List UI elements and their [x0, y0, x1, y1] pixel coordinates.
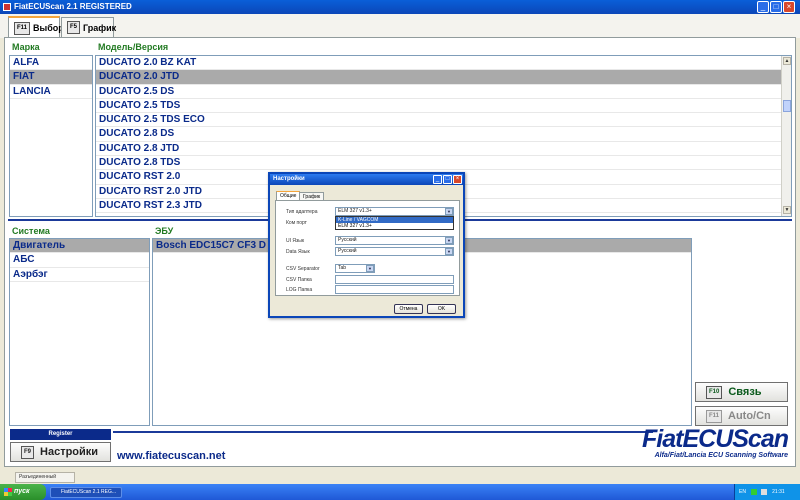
system-header: Система — [12, 226, 50, 236]
data-language-select[interactable]: Русский — [335, 247, 454, 256]
taskbar-item-fiatecuscan[interactable]: FiatECUScan 2.1 REG... — [50, 487, 122, 498]
model-item[interactable]: DUCATO 2.5 TDS ECO — [96, 113, 791, 128]
model-item[interactable]: DUCATO 2.0 BZ KAT — [96, 56, 791, 71]
network-icon[interactable] — [751, 488, 758, 495]
tab-select[interactable]: F11 Выбор — [8, 16, 64, 38]
csv-folder-field[interactable] — [335, 275, 454, 284]
maximize-button[interactable]: □ — [770, 1, 782, 13]
csv-folder-label: CSV Папка — [286, 277, 312, 283]
model-item[interactable]: DUCATO 2.8 TDS — [96, 156, 791, 171]
f11-key-icon: F11 — [14, 21, 31, 35]
system-item-engine[interactable]: Двигатель — [10, 239, 149, 254]
language-indicator[interactable]: EN — [739, 489, 746, 495]
tab-graph[interactable]: F5 График — [61, 17, 117, 37]
settings-label: Настройки — [40, 446, 99, 458]
clock: 21:31 — [772, 489, 785, 495]
f11-key-icon: F11 — [706, 409, 723, 423]
logo-tagline: Alfa/Fiat/Lancia ECU Scanning Software — [654, 452, 788, 459]
windows-logo-icon — [4, 488, 12, 496]
make-item-fiat[interactable]: FIAT — [10, 70, 92, 85]
model-scrollbar[interactable]: ▲ ▼ — [781, 56, 791, 216]
dialog-maximize-button[interactable]: □ — [443, 175, 452, 184]
dialog-close-button[interactable]: × — [453, 175, 462, 184]
make-item-lancia[interactable]: LANCIA — [10, 85, 92, 99]
make-header: Марка — [12, 42, 40, 52]
register-button[interactable]: Register — [10, 429, 111, 440]
data-language-label: Data Язык — [286, 249, 310, 255]
scroll-down-icon[interactable]: ▼ — [783, 206, 791, 214]
data-language-dropdown-icon[interactable]: ▼ — [445, 248, 453, 255]
connect-label: Связь — [728, 386, 762, 398]
website-link[interactable]: www.fiatecuscan.net — [117, 450, 225, 462]
tab-graph-label: График — [83, 22, 117, 33]
connect-button[interactable]: F10 Связь — [695, 382, 788, 402]
scroll-up-icon[interactable]: ▲ — [783, 57, 791, 65]
cancel-button[interactable]: Отмена — [394, 304, 423, 314]
model-item[interactable]: DUCATO 2.8 JTD — [96, 142, 791, 157]
auto-connect-button[interactable]: F11 Auto/Cn — [695, 406, 788, 426]
scroll-thumb[interactable] — [783, 100, 791, 112]
ecu-header: ЭБУ — [155, 226, 174, 236]
adapter-type-label: Тип адаптера — [286, 209, 318, 215]
settings-dialog: Настройки _ □ × Общие График Тип адаптер… — [268, 172, 465, 318]
tab-bar — [0, 14, 800, 38]
model-item[interactable]: DUCATO 2.0 JTD — [96, 70, 791, 85]
system-item-abs[interactable]: АБС — [10, 253, 149, 268]
ui-language-select[interactable]: Русский — [335, 236, 454, 245]
model-item[interactable]: DUCATO 2.5 TDS — [96, 99, 791, 114]
auto-connect-label: Auto/Cn — [728, 410, 771, 422]
ok-button[interactable]: OK — [427, 304, 456, 314]
f10-key-icon: F10 — [706, 385, 723, 399]
adapter-dropdown-list[interactable]: K-Line / VAGCOM ELM 327 v1.3+ — [335, 216, 454, 230]
minimize-button[interactable]: _ — [757, 1, 769, 13]
status-bar — [0, 468, 800, 484]
ui-language-label: UI Язык — [286, 238, 305, 244]
footer-divider — [113, 431, 653, 433]
adapter-option[interactable]: ELM 327 v1.3+ — [336, 223, 453, 229]
adapter-dropdown-icon[interactable]: ▼ — [445, 208, 453, 215]
dialog-tab-general[interactable]: Общие — [276, 191, 301, 200]
model-header: Модель/Версия — [98, 42, 169, 52]
close-button[interactable]: × — [783, 1, 795, 13]
tab-select-label: Выбор — [33, 23, 64, 33]
ui-language-dropdown-icon[interactable]: ▼ — [445, 237, 453, 244]
log-folder-label: LOG Папка — [286, 287, 313, 293]
system-tray: EN 21:31 — [734, 484, 800, 500]
dialog-minimize-button[interactable]: _ — [433, 175, 442, 184]
make-list[interactable]: ALFA FIAT LANCIA — [9, 55, 93, 217]
fiatecuscan-logo: FiatECUScan — [642, 425, 789, 453]
model-item[interactable]: DUCATO 2.5 DS — [96, 85, 791, 99]
model-item[interactable]: DUCATO 2.8 DS — [96, 127, 791, 142]
settings-button[interactable]: F9 Настройки — [10, 442, 111, 462]
log-folder-field[interactable] — [335, 285, 454, 294]
f5-key-icon: F5 — [67, 21, 81, 34]
f9-key-icon: F9 — [21, 445, 35, 459]
app-icon — [3, 3, 11, 11]
system-list[interactable]: Двигатель АБС Аэрбэг — [9, 238, 150, 426]
connection-status: Разъединенный — [15, 472, 75, 483]
adapter-type-select[interactable]: ELM 327 v1.3+ — [335, 207, 454, 216]
volume-icon[interactable] — [760, 488, 767, 495]
window-title: FiatECUScan 2.1 REGISTERED — [0, 0, 800, 14]
start-label: пуск — [14, 488, 30, 495]
taskbar-item-label: FiatECUScan 2.1 REG... — [61, 489, 117, 495]
csv-separator-dropdown-icon[interactable]: ▼ — [366, 265, 374, 272]
csv-separator-label: CSV Separator — [286, 266, 320, 272]
make-item-alfa[interactable]: ALFA — [10, 56, 92, 71]
com-port-label: Ком порт — [286, 220, 307, 226]
system-item-airbag[interactable]: Аэрбэг — [10, 268, 149, 282]
